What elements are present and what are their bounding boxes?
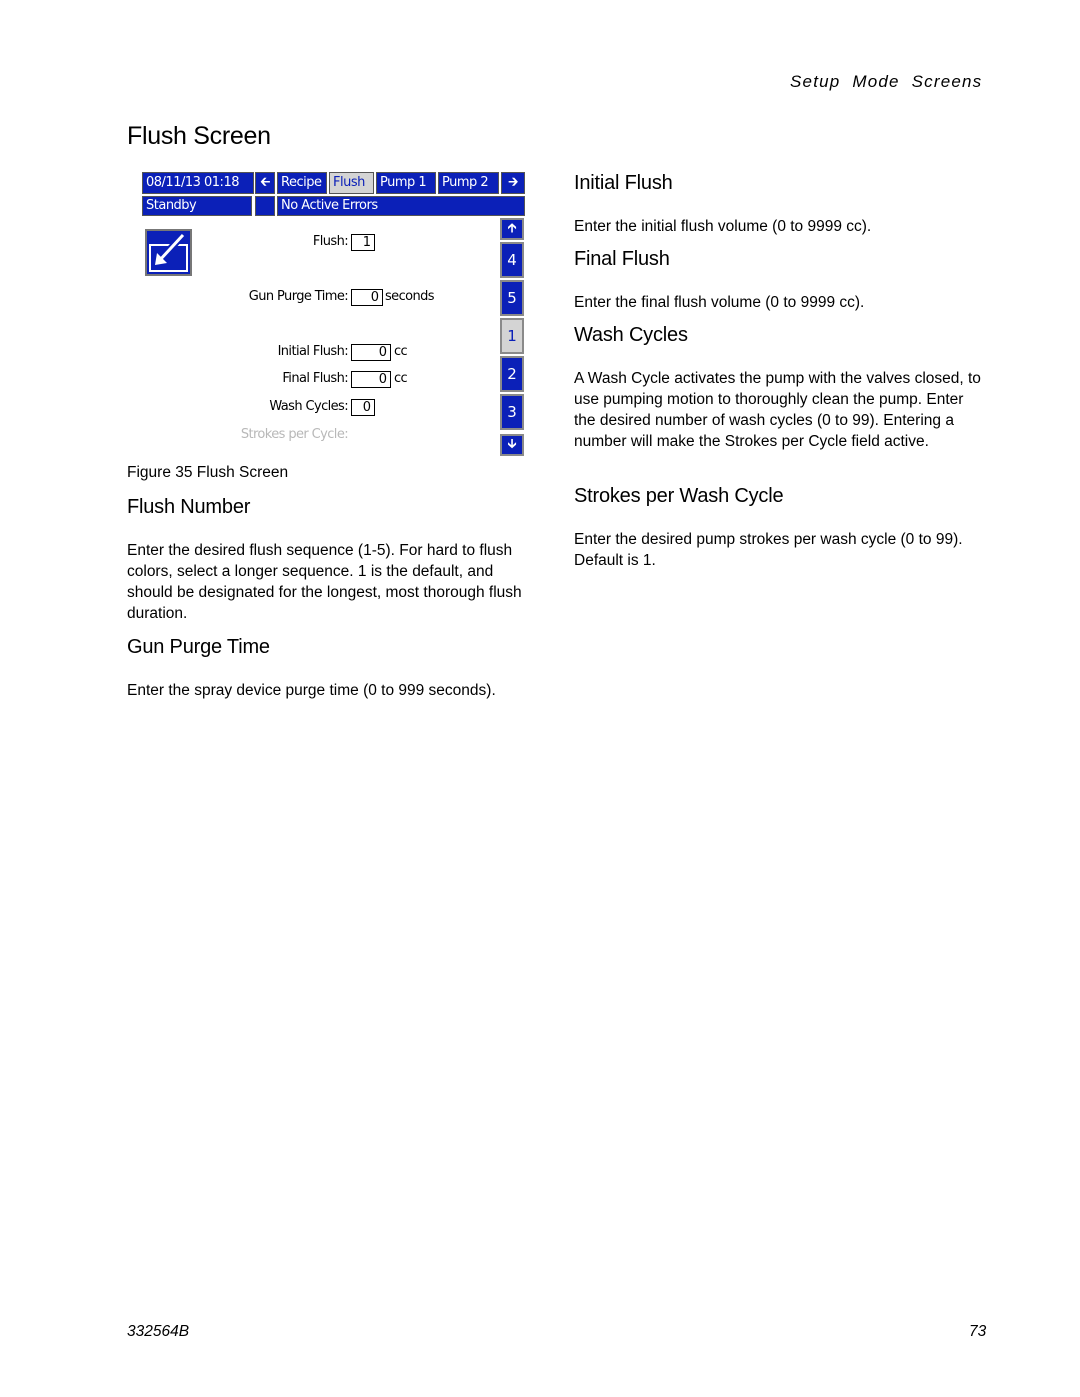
page-title: Flush Screen xyxy=(127,122,271,150)
wash-cycles-field[interactable]: 0 xyxy=(351,399,375,416)
errors-display: No Active Errors xyxy=(277,196,525,216)
date-time-display: 08/11/13 01:18 xyxy=(142,172,254,194)
body-wash-cycles: A Wash Cycle activates the pump with the… xyxy=(574,370,981,450)
gun-purge-time-unit: seconds xyxy=(385,289,435,304)
flush-screen-figure: 08/11/13 01:18 🡰 Recipe Flush Pump 1 Pum… xyxy=(142,172,525,460)
heading-initial-flush: Initial Flush xyxy=(574,172,673,194)
gun-purge-time-label: Gun Purge Time: xyxy=(248,289,349,304)
body-initial-flush: Enter the initial flush volume (0 to 999… xyxy=(574,218,872,235)
tab-left-arrow-icon[interactable]: 🡰 xyxy=(255,172,275,194)
final-flush-label: Final Flush: xyxy=(282,371,348,386)
heading-gun-purge-time: Gun Purge Time xyxy=(127,636,270,658)
tab-pump-2[interactable]: Pump 2 xyxy=(438,172,499,194)
body-gun-purge-time: Enter the spray device purge time (0 to … xyxy=(127,682,496,699)
tab-right-arrow-icon[interactable]: 🡲 xyxy=(501,172,525,194)
running-head: Setup Mode Screens xyxy=(790,72,983,91)
wash-cycles-label: Wash Cycles: xyxy=(269,399,348,414)
tab-flush[interactable]: Flush xyxy=(329,172,374,194)
footer-page-number: 73 xyxy=(969,1323,987,1340)
heading-flush-number: Flush Number xyxy=(127,496,251,518)
status-display: Standby xyxy=(142,196,252,216)
body-final-flush: Enter the final flush volume (0 to 9999 … xyxy=(574,294,865,311)
status-indicator xyxy=(255,196,275,216)
gun-purge-time-field[interactable]: 0 xyxy=(351,289,383,306)
heading-wash-cycles: Wash Cycles xyxy=(574,324,688,346)
figure-caption: Figure 35 Flush Screen xyxy=(127,464,289,481)
scroll-up-arrow-icon[interactable]: 🡱 xyxy=(500,218,524,240)
setup-mode-icon[interactable] xyxy=(145,229,192,276)
footer-doc-number: 332564B xyxy=(127,1323,190,1340)
initial-flush-unit: cc xyxy=(394,344,408,359)
strokes-per-cycle-label: Strokes per Cycle: xyxy=(240,427,349,442)
flush-field[interactable]: 1 xyxy=(351,234,375,251)
body-flush-number: Enter the desired flush sequence (1-5). … xyxy=(127,542,522,622)
tab-pump-1[interactable]: Pump 1 xyxy=(376,172,436,194)
initial-flush-label: Initial Flush: xyxy=(277,344,349,359)
flush-label: Flush: xyxy=(312,234,349,249)
initial-flush-field[interactable]: 0 xyxy=(351,344,391,361)
sequence-button-3[interactable]: 3 xyxy=(500,394,524,430)
scroll-down-arrow-icon[interactable]: 🡳 xyxy=(500,434,524,456)
tab-recipe[interactable]: Recipe xyxy=(277,172,327,194)
heading-strokes-per-wash-cycle: Strokes per Wash Cycle xyxy=(574,485,784,507)
sequence-button-4[interactable]: 4 xyxy=(500,242,524,278)
sequence-button-1[interactable]: 1 xyxy=(500,318,524,354)
body-strokes-per-wash-cycle: Enter the desired pump strokes per wash … xyxy=(574,531,963,569)
final-flush-field[interactable]: 0 xyxy=(351,371,391,388)
heading-final-flush: Final Flush xyxy=(574,248,670,270)
sequence-button-2[interactable]: 2 xyxy=(500,356,524,392)
final-flush-unit: cc xyxy=(394,371,408,386)
sequence-button-5[interactable]: 5 xyxy=(500,280,524,316)
